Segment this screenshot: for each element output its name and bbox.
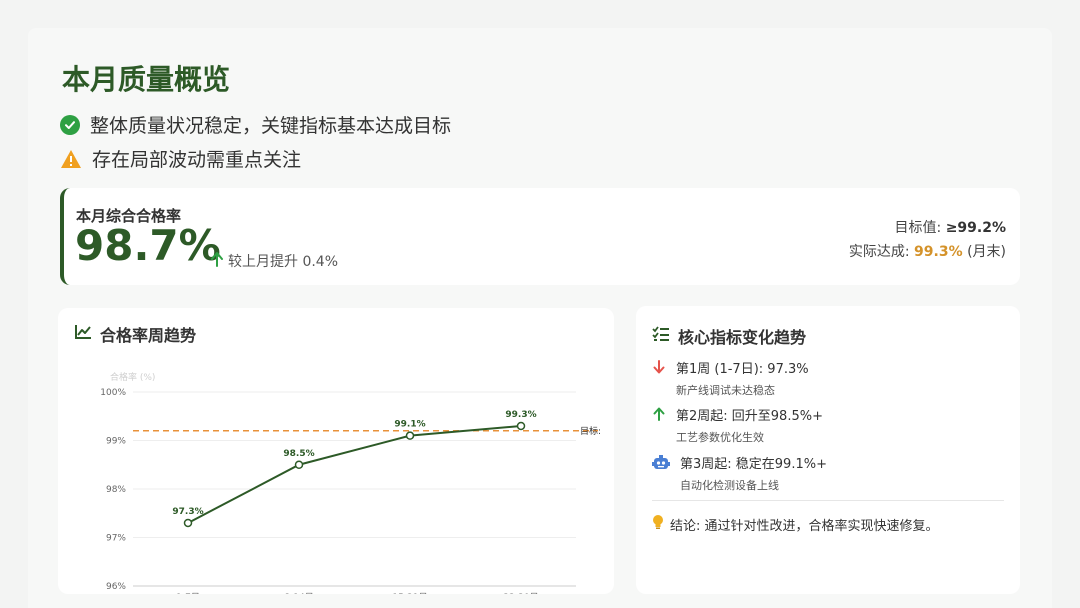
- insight-item: 第3周起: 稳定在99.1%+ 自动化检测设备上线: [652, 453, 827, 493]
- data-point: [183, 518, 193, 528]
- data-point: [405, 431, 415, 440]
- kpi-actual: 实际达成: 99.3% (月末): [849, 241, 1006, 261]
- insights-card-title: 核心指标变化趋势: [652, 324, 806, 348]
- y-tick-label: 96%: [106, 582, 126, 592]
- kpi-delta-text: 较上月提升 0.4%: [228, 254, 339, 270]
- insight-main: 第2周起: 回升至98.5%+: [676, 409, 823, 424]
- kpi-card: 本月综合合格率 98.7% 较上月提升 0.4% 目标值: ≥99.2% 实际达…: [60, 188, 1020, 285]
- line-chart: 合格率 (%) 96% 97% 98% 99% 100% 1-7日 8-14日 15-21日 22…: [100, 371, 601, 594]
- data-label: 97.3%: [172, 507, 203, 517]
- x-tick-label: 22-30日: [503, 592, 538, 594]
- arrow-up-icon: [652, 407, 666, 445]
- page-title: 本月质量概览: [62, 63, 231, 96]
- insight-main: 第3周起: 稳定在99.1%+: [680, 457, 827, 472]
- insights-card-title-text: 核心指标变化趋势: [678, 328, 807, 347]
- insight-item: 第2周起: 回升至98.5%+ 工艺参数优化生效: [652, 405, 823, 445]
- insight-main: 第1周 (1-7日): 97.3%: [676, 362, 809, 377]
- y-tick-label: 98%: [106, 485, 126, 495]
- kpi-value: 98.7%: [75, 221, 221, 270]
- x-tick-label: 8-14日: [284, 592, 313, 594]
- target-line-label: 目标:: [580, 425, 601, 437]
- arrow-up-icon: [210, 251, 224, 271]
- data-label: 99.1%: [394, 420, 425, 430]
- status-bullet-warning: 存在局部波动需重点关注: [60, 145, 301, 172]
- y-axis-title: 合格率 (%): [110, 371, 155, 383]
- insights-card: 核心指标变化趋势 第1周 (1-7日): 97.3% 新产线调试未达稳态 第2周…: [636, 306, 1020, 594]
- y-tick-label: 97%: [106, 534, 126, 544]
- divider: [652, 500, 1004, 501]
- robot-icon: [652, 455, 670, 493]
- status-bullet-text: 存在局部波动需重点关注: [92, 149, 302, 171]
- trend-chart-card: 合格率周趋势 合格率 (%)96%97%98%99%100%1-7日8-14日1…: [58, 308, 614, 594]
- data-label: 98.5%: [283, 449, 314, 459]
- arrow-down-icon: [652, 360, 666, 398]
- insight-sub: 自动化检测设备上线: [680, 479, 779, 492]
- warning-icon: [60, 149, 82, 169]
- lightbulb-icon: [652, 514, 664, 534]
- insight-item: 第1周 (1-7日): 97.3% 新产线调试未达稳态: [652, 358, 809, 398]
- status-bullet-ok: 整体质量状况稳定，关键指标基本达成目标: [60, 111, 451, 138]
- conclusion: 结论: 通过针对性改进，合格率实现快速修复。: [652, 514, 939, 534]
- kpi-actual-suffix: (月末): [962, 244, 1006, 260]
- x-tick-label: 1-7日: [176, 592, 200, 594]
- status-bullet-text: 整体质量状况稳定，关键指标基本达成目标: [90, 115, 452, 137]
- conclusion-text: 结论: 通过针对性改进，合格率实现快速修复。: [670, 518, 939, 534]
- kpi-target-label: 目标值:: [894, 220, 946, 236]
- kpi-delta: 较上月提升 0.4%: [210, 251, 338, 271]
- y-tick-label: 99%: [106, 437, 126, 447]
- insight-sub: 工艺参数优化生效: [676, 431, 764, 444]
- y-tick-label: 100%: [100, 388, 126, 398]
- kpi-target-value: ≥99.2%: [945, 220, 1006, 236]
- checklist-icon: [652, 326, 670, 346]
- kpi-target: 目标值: ≥99.2%: [895, 217, 1006, 237]
- kpi-actual-value: 99.3%: [914, 244, 963, 260]
- x-tick-label: 15-21日: [392, 592, 427, 594]
- kpi-actual-label: 实际达成:: [848, 244, 915, 260]
- data-label: 99.3%: [505, 410, 536, 420]
- insight-sub: 新产线调试未达稳态: [676, 384, 775, 397]
- data-point: [294, 460, 304, 469]
- check-circle-icon: [60, 114, 80, 135]
- data-point: [516, 421, 526, 431]
